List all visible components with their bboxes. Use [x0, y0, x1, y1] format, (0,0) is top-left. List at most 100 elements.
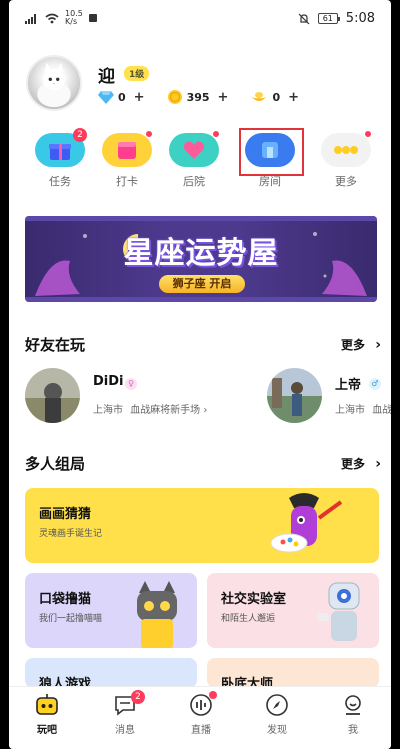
game-subtitle: 和陌生人邂逅 [221, 614, 276, 624]
selection-highlight [239, 128, 304, 176]
username: 迎 [98, 67, 115, 87]
diamond-balance: 0 + [98, 90, 145, 105]
friends-section-title: 好友在玩 [25, 336, 86, 354]
status-bar: 10.5 K/s 61 5:08 [9, 0, 391, 38]
signal-icon [25, 13, 36, 24]
tab-label: 玩吧 [37, 725, 57, 736]
friend-activity: 血战 [372, 405, 391, 416]
robot-character-icon [317, 582, 360, 641]
banner-start-button[interactable]: 狮子座 开启 [159, 275, 245, 293]
games-more-link[interactable]: 更多 › [341, 455, 381, 472]
tab-label: 直播 [191, 725, 211, 736]
task-badge: 2 [73, 128, 87, 142]
more-icon [334, 146, 358, 154]
game-card-social-lab[interactable]: 社交实验室 和陌生人邂逅 [207, 573, 379, 648]
level-badge: 1级 [124, 66, 150, 81]
game-title: 画画猜猜 [39, 507, 92, 522]
gender-female-icon: ♀ [125, 378, 137, 390]
action-checkin[interactable]: 打卡 [96, 131, 158, 189]
coin-count: 395 [186, 90, 210, 104]
action-label: 更多 [335, 175, 357, 188]
currency-row: 0 + 395 + 0 + [98, 89, 299, 105]
message-icon: 2 [113, 690, 145, 717]
friend-item-shangdi[interactable]: 上帝 ♂ 上海市 血战 [267, 368, 391, 423]
action-task[interactable]: 2 任务 [29, 128, 91, 189]
ingot-icon [251, 92, 268, 101]
friend-avatar [267, 368, 322, 423]
painter-character-icon [270, 493, 343, 553]
chevron-right-icon: › [375, 337, 381, 353]
banner-title: 星座运势屋 [123, 236, 279, 271]
backyard-dot [213, 131, 219, 137]
battery-indicator: 61 [317, 13, 340, 24]
more-pill [321, 131, 371, 167]
mute-bell-icon [298, 13, 310, 24]
tab-label: 发现 [267, 725, 287, 736]
friend-item-didi[interactable]: DiDi ♀ 上海市 血战麻将新手场 › [25, 368, 255, 423]
bottom-tab-bar: 玩吧 2 消息 直播 发现 我 [9, 686, 391, 749]
action-more[interactable]: 更多 [315, 131, 377, 189]
game-card-pocket-cat[interactable]: 口袋撸猫 我们一起撸喵喵 [25, 573, 197, 648]
friend-location: 上海市 [335, 405, 365, 416]
speed-unit: K/s [65, 17, 78, 26]
friend-status: 上海市 血战 [335, 401, 391, 416]
coin-icon [167, 90, 182, 104]
heart-icon [183, 141, 205, 159]
friend-name: 上帝 [335, 378, 362, 393]
friend-name: DiDi [93, 374, 124, 389]
coin-balance: 395 + [167, 89, 229, 105]
game-card-draw-guess[interactable]: 画画猜猜 灵魂画手诞生记 [25, 488, 379, 563]
game-card-undercover[interactable]: 卧底大师 [207, 658, 379, 688]
checkin-dot [146, 131, 152, 137]
tab-discover[interactable]: 发现 [247, 693, 307, 736]
gift-icon [49, 144, 71, 160]
chevron-right-icon: › [375, 456, 381, 472]
checkin-pill [102, 131, 152, 167]
action-backyard[interactable]: 后院 [163, 131, 225, 189]
tab-label: 消息 [115, 725, 135, 736]
action-label: 任务 [49, 175, 71, 188]
friends-more-label: 更多 [341, 338, 366, 352]
add-shell-button[interactable]: + [288, 90, 299, 105]
horoscope-banner[interactable]: 星座运势屋 狮子座 开启 [25, 216, 377, 302]
action-label: 打卡 [116, 175, 138, 188]
tab-messages[interactable]: 2 消息 [95, 690, 155, 736]
message-badge: 2 [131, 690, 145, 704]
wifi-icon [45, 13, 59, 23]
shell-balance: 0 + [250, 90, 299, 105]
task-pill: 2 [35, 128, 87, 167]
game-card-werewolf[interactable]: 狼人游戏 [25, 658, 197, 688]
cat-avatar-image [37, 62, 71, 108]
tab-live[interactable]: 直播 [171, 691, 231, 736]
clock: 5:08 [345, 11, 375, 26]
add-diamond-button[interactable]: + [134, 90, 145, 105]
action-label: 后院 [183, 175, 205, 188]
cat-character-icon [137, 581, 177, 648]
friend-location: 上海市 [93, 405, 123, 416]
tab-label: 我 [348, 725, 358, 736]
app-screen: 10.5 K/s 61 5:08 迎 1级 0 + 395 + 0 + 2 任务… [9, 0, 391, 749]
live-dot [209, 691, 217, 699]
tab-play[interactable]: 玩吧 [17, 693, 77, 736]
friends-more-link[interactable]: 更多 › [341, 336, 381, 353]
add-coin-button[interactable]: + [218, 90, 229, 105]
network-speed: 10.5 K/s [65, 10, 83, 26]
user-avatar[interactable] [26, 55, 82, 111]
game-subtitle: 我们一起撸喵喵 [39, 614, 103, 624]
gender-male-icon: ♂ [369, 378, 381, 390]
game-title: 社交实验室 [221, 592, 287, 607]
game-subtitle: 灵魂画手诞生记 [39, 529, 103, 539]
live-icon [189, 691, 217, 717]
friend-avatar [25, 368, 80, 423]
backyard-pill [169, 131, 219, 167]
more-dot [365, 131, 371, 137]
shell-count: 0 [272, 90, 281, 104]
profile-icon [341, 693, 365, 717]
robot-icon [35, 693, 59, 717]
games-section-title: 多人组局 [25, 455, 86, 473]
diamond-icon [98, 91, 114, 104]
diamond-count: 0 [118, 90, 126, 104]
tab-me[interactable]: 我 [323, 693, 383, 736]
compass-icon [265, 693, 289, 717]
notification-icon [88, 14, 97, 22]
